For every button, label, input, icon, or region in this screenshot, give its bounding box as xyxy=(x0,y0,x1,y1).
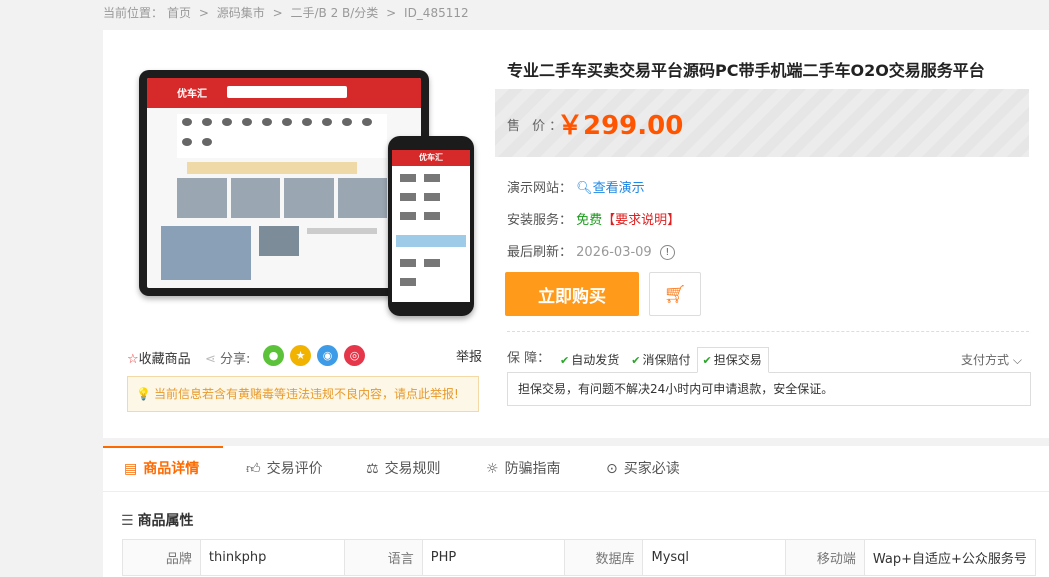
tab-product-details[interactable]: ▤ 商品详情 xyxy=(124,446,199,492)
breadcrumb-item-market[interactable]: 源码集市 xyxy=(217,6,265,20)
qzone-icon[interactable]: ★ xyxy=(290,345,311,366)
qq-icon[interactable]: ◉ xyxy=(317,345,338,366)
breadcrumb-separator: > xyxy=(198,6,209,20)
breadcrumb-separator: > xyxy=(386,6,397,20)
wechat-icon[interactable]: ● xyxy=(263,345,284,366)
check-icon: ✔ xyxy=(631,354,641,367)
guarantee-tab-escrow[interactable]: ✔ 担保交易 xyxy=(697,347,769,373)
check-icon: ✔ xyxy=(702,354,712,367)
attr-key: 品牌 xyxy=(122,539,201,576)
lightbulb-icon: ☼ xyxy=(486,461,499,477)
weibo-icon[interactable]: ◎ xyxy=(344,345,365,366)
phone-mockup: 优车汇 xyxy=(388,136,474,316)
attr-value: PHP xyxy=(421,539,565,576)
scale-icon: ⚖ xyxy=(366,461,379,477)
attr-value: Wap+自适应+公众服务号 xyxy=(863,539,1037,576)
install-row: 安装服务： 免费【要求说明】 xyxy=(507,209,680,228)
thumbs-up-icon: 👍︎ xyxy=(246,461,261,477)
cart-icon: 🛒︎ xyxy=(663,283,687,304)
detail-tabs: ▤ 商品详情 👍︎ 交易评价 ⚖ 交易规则 ☼ 防骗指南 ⊙ 买家必读 xyxy=(103,446,1049,492)
tab-reviews[interactable]: 👍︎ 交易评价 xyxy=(246,446,323,492)
tab-anti-fraud[interactable]: ☼ 防骗指南 xyxy=(486,446,561,492)
mock-phone-brand: 优车汇 xyxy=(392,150,470,166)
notice-text: 当前信息若含有黄赌毒等违法违规不良内容，请点此举报! xyxy=(154,387,459,401)
target-icon: ⊙ xyxy=(606,461,618,477)
document-icon: ▤ xyxy=(124,461,138,477)
payment-method-dropdown[interactable]: 支付方式 ⌵ xyxy=(961,351,1022,368)
attr-key: 语言 xyxy=(343,539,423,576)
install-value: 免费 xyxy=(576,213,603,228)
attr-key: 移动端 xyxy=(785,539,865,576)
breadcrumb-item-category[interactable]: 二手/B 2 B/分类 xyxy=(290,6,378,20)
table-row: 品牌 thinkphp 语言 PHP 数据库 Mysql 移动端 Wap+自适应… xyxy=(122,539,1037,576)
refresh-row: 最后刷新： 2026-03-09 ! xyxy=(507,241,675,260)
share-icons: ● ★ ◉ ◎ xyxy=(263,345,365,366)
attributes-table: 品牌 thinkphp 语言 PHP 数据库 Mysql 移动端 Wap+自适应… xyxy=(122,539,1037,576)
info-icon[interactable]: ! xyxy=(659,245,675,260)
favorite-button[interactable]: ☆收藏商品 xyxy=(127,348,191,367)
product-image[interactable]: 优车汇 优车汇 xyxy=(133,66,478,326)
share-icon: ⋖ xyxy=(205,352,216,367)
tab-rules[interactable]: ⚖ 交易规则 xyxy=(366,446,441,492)
price-box: 售 价： ￥299.00 xyxy=(495,89,1029,157)
guarantee-tab-compensation[interactable]: ✔ 消保赔付 xyxy=(626,347,697,373)
guarantee-tabs: ✔ 自动发货 ✔ 消保赔付 ✔ 担保交易 xyxy=(555,347,769,373)
demo-link[interactable]: 查看演示 xyxy=(593,181,645,196)
install-requirements-link[interactable]: 【要求说明】 xyxy=(602,213,680,228)
guarantee-label: 保 障： xyxy=(507,351,551,366)
refresh-date: 2026-03-09 xyxy=(576,245,652,260)
check-icon: ✔ xyxy=(560,354,570,367)
attributes-title: ☰ 商品属性 xyxy=(121,513,194,529)
star-icon: ☆ xyxy=(127,352,139,367)
breadcrumb-item-id: ID_485112 xyxy=(404,6,469,20)
product-actions: ☆收藏商品 ⋖ 分享: ● ★ ◉ ◎ 举报 xyxy=(127,345,482,367)
guarantee-tab-auto-delivery[interactable]: ✔ 自动发货 xyxy=(555,347,626,373)
list-search-icon: ☰ xyxy=(121,513,134,529)
attr-value: Mysql xyxy=(642,539,787,576)
chevron-down-icon: ⌵ xyxy=(1009,353,1022,367)
attr-key: 数据库 xyxy=(563,539,644,576)
report-notice[interactable]: 💡 当前信息若含有黄赌毒等违法违规不良内容，请点此举报! xyxy=(127,376,479,412)
share-label: ⋖ 分享: xyxy=(205,352,251,367)
attr-value: thinkphp xyxy=(199,539,345,576)
favorite-label: 收藏商品 xyxy=(138,352,191,367)
attributes-panel: ☰ 商品属性 品牌 thinkphp 语言 PHP 数据库 Mysql 移动端 W… xyxy=(103,492,1049,577)
breadcrumb-prefix: 当前位置： xyxy=(103,6,164,20)
lightbulb-icon: 💡 xyxy=(136,387,151,401)
search-icon: 🔍︎ xyxy=(576,181,593,196)
tab-buyer-notes[interactable]: ⊙ 买家必读 xyxy=(606,446,680,492)
product-main-panel: 优车汇 优车汇 ☆收藏商品 ⋖ 分享: ● ★ ◉ ◎ 举报 💡 当前信息若含有… xyxy=(103,30,1049,438)
divider xyxy=(507,331,1029,332)
demo-row: 演示网站： 🔍︎查看演示 xyxy=(507,177,645,196)
refresh-label: 最后刷新： xyxy=(507,245,573,260)
buy-now-button[interactable]: 立即购买 xyxy=(505,272,639,316)
mock-brand-logo: 优车汇 xyxy=(177,89,207,100)
tablet-mockup: 优车汇 xyxy=(139,70,429,296)
breadcrumb-separator: > xyxy=(272,6,283,20)
install-label: 安装服务： xyxy=(507,213,573,228)
breadcrumb-item-home[interactable]: 首页 xyxy=(167,6,191,20)
report-button[interactable]: 举报 xyxy=(456,346,482,365)
price-value: ￥299.00 xyxy=(557,111,684,141)
product-title: 专业二手车买卖交易平台源码PC带手机端二手车O2O交易服务平台 xyxy=(507,61,985,80)
guarantee-description: 担保交易，有问题不解决24小时内可申请退款，安全保证。 xyxy=(507,372,1031,406)
demo-label: 演示网站： xyxy=(507,181,573,196)
add-to-cart-button[interactable]: 🛒︎ xyxy=(649,272,701,316)
breadcrumb: 当前位置： 首页 > 源码集市 > 二手/B 2 B/分类 > ID_485112 xyxy=(103,4,473,21)
